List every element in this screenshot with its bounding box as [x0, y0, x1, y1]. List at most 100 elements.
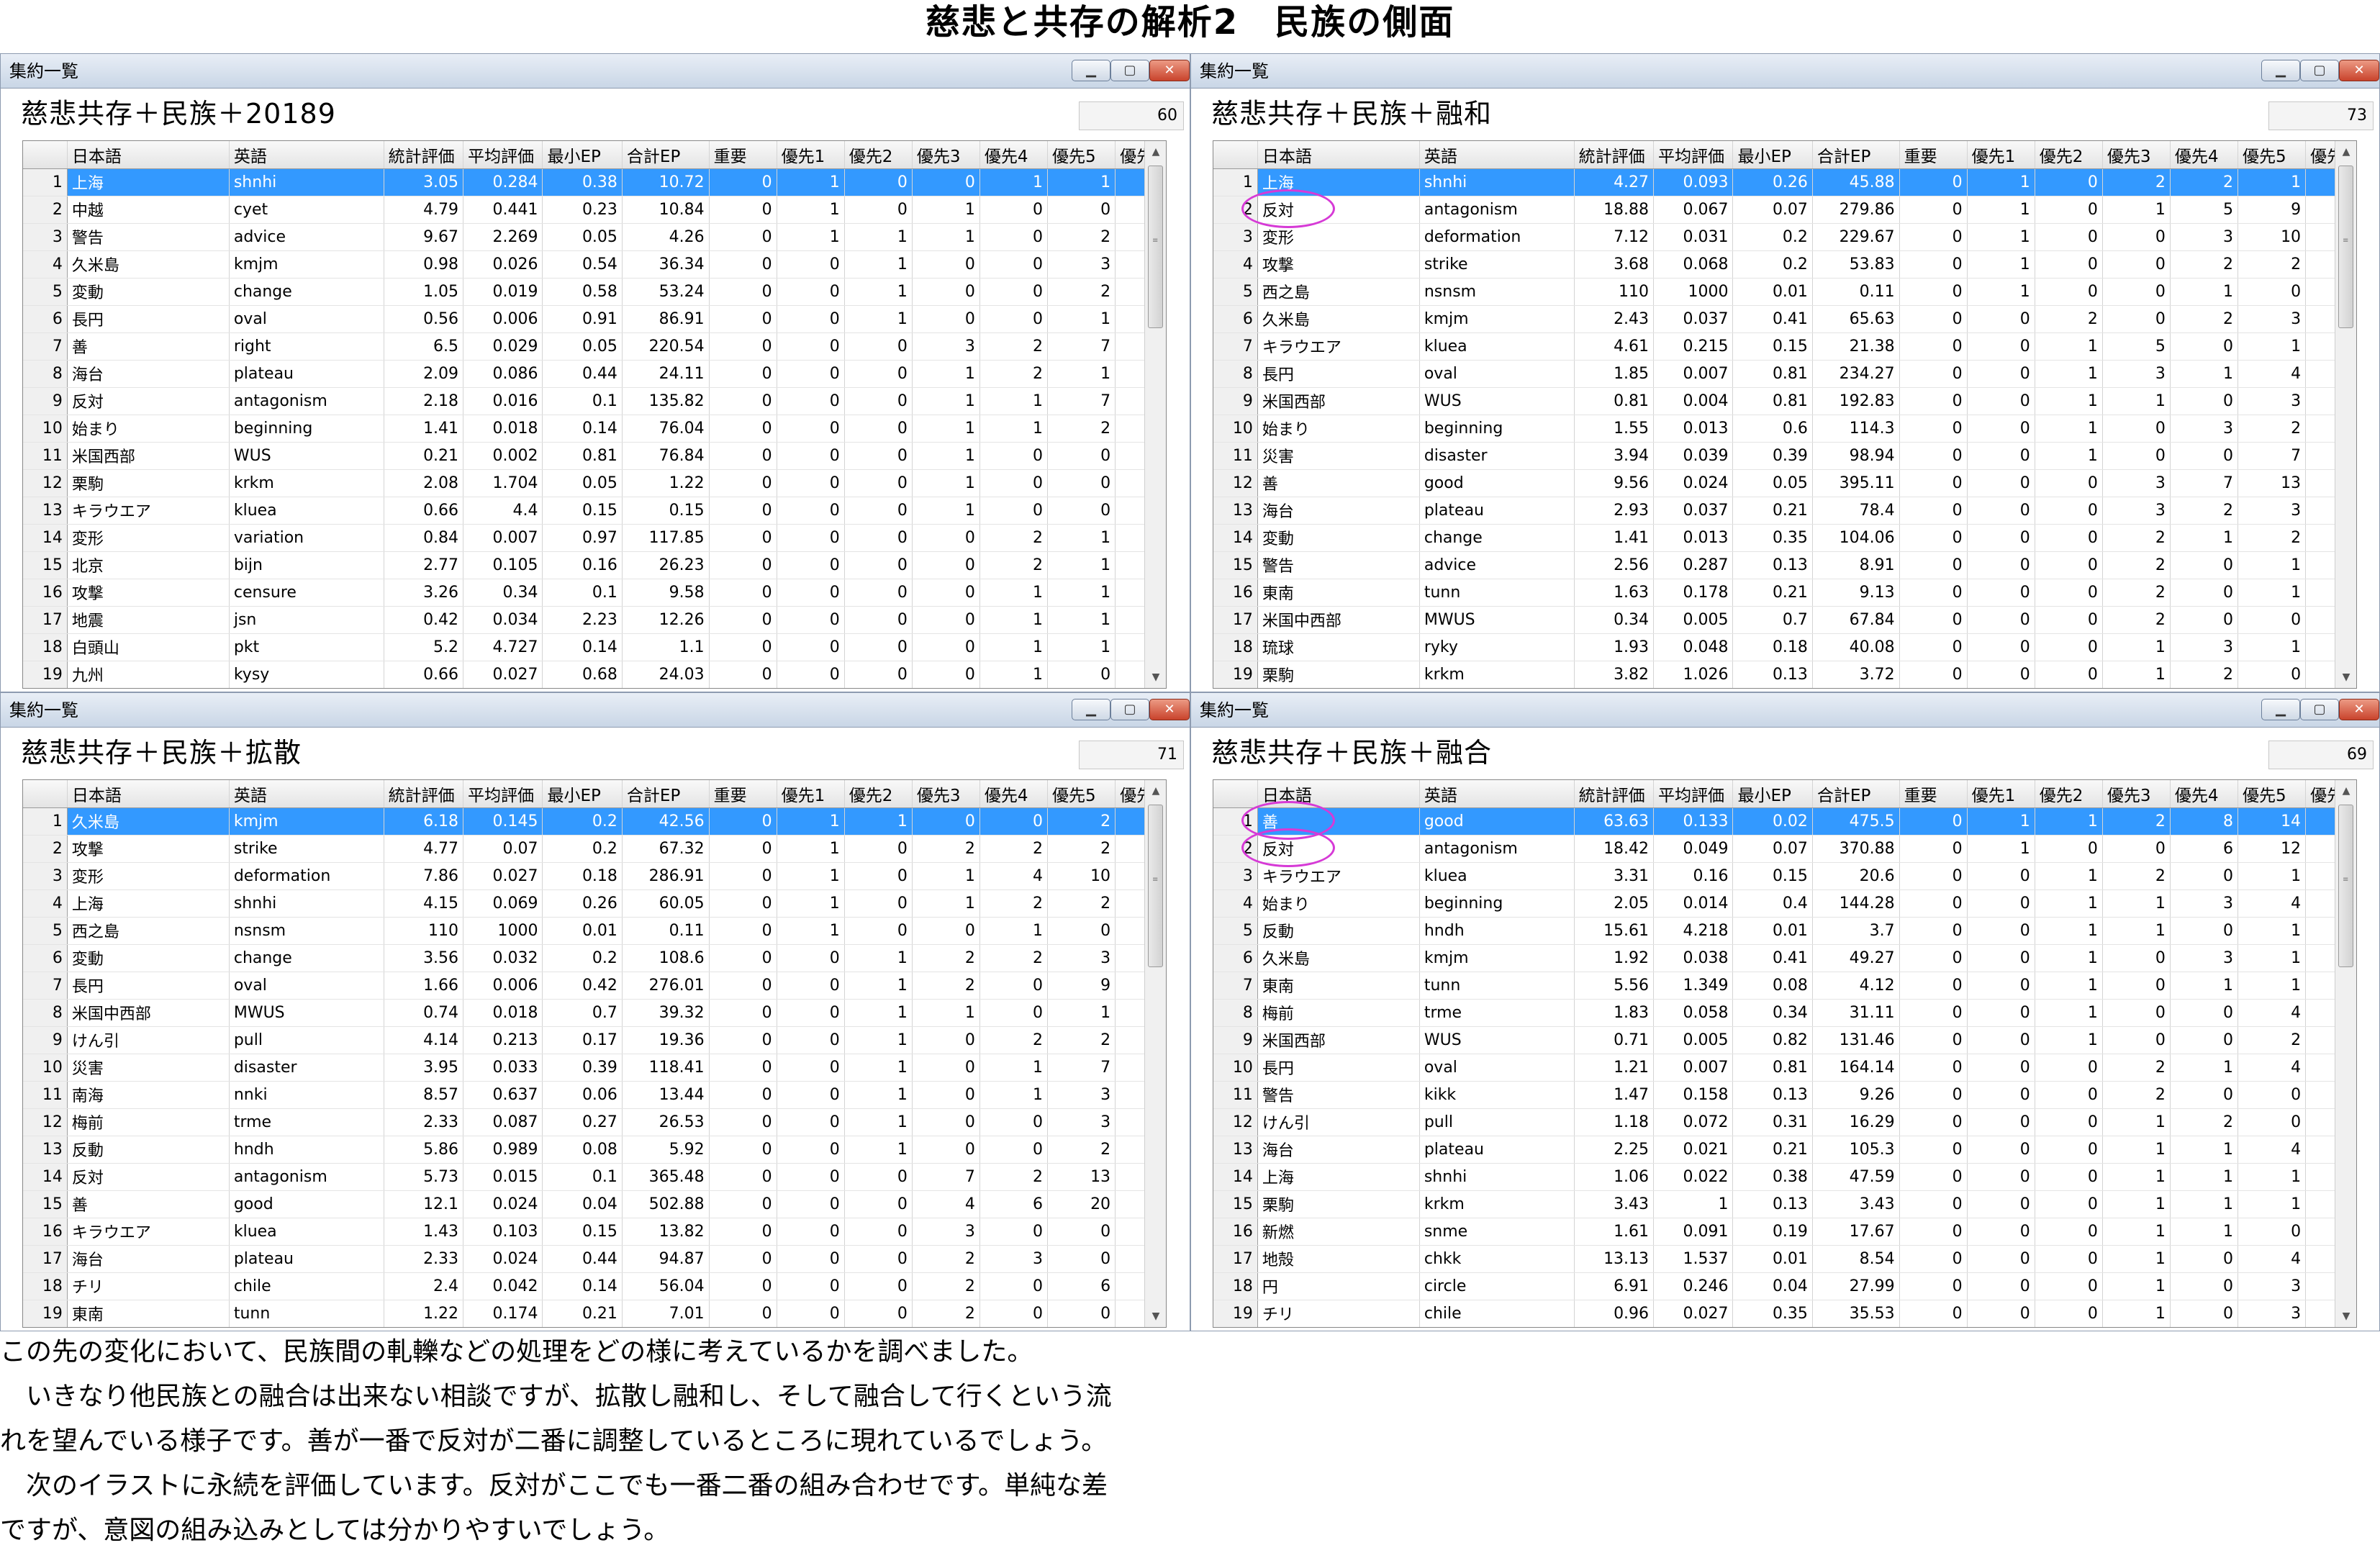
column-header[interactable]: 最小EP — [1732, 780, 1813, 808]
table-row[interactable]: 7 東南 tunn 5.56 1.349 0.08 4.12 0 0 1 0 1 1 — [1213, 972, 2356, 1000]
column-header[interactable]: 優先2 — [844, 141, 913, 169]
table-row[interactable]: 1 上海 shnhi 4.27 0.093 0.26 45.88 0 1 0 2 2 1 — [1213, 168, 2356, 196]
column-header[interactable]: 平均評価 — [463, 780, 543, 808]
column-header[interactable]: 合計EP — [622, 780, 710, 808]
column-header[interactable]: 優先3 — [912, 141, 980, 169]
window-titlebar[interactable]: 集約一覧 ▁ ▢ ✕ — [1191, 54, 2379, 89]
column-header[interactable]: 優先1 — [777, 780, 845, 808]
scroll-up-icon[interactable]: ▲ — [1145, 780, 1166, 802]
table-row[interactable]: 2 攻撃 strike 4.77 0.07 0.2 67.32 0 1 0 2 2 2 — [23, 835, 1166, 863]
scroll-thumb[interactable]: ≡ — [1148, 805, 1163, 967]
column-header[interactable]: 最小EP — [542, 141, 623, 169]
column-header[interactable]: 優先3 — [912, 780, 980, 808]
table-row[interactable]: 8 海台 plateau 2.09 0.086 0.44 24.11 0 0 0 1 2 1 — [23, 360, 1166, 388]
table-row[interactable]: 11 災害 disaster 3.94 0.039 0.39 98.94 0 0 1 0 0 7 — [1213, 442, 2356, 470]
close-button[interactable]: ✕ — [2339, 699, 2379, 720]
column-header[interactable]: 優先4 — [2170, 780, 2238, 808]
table-row[interactable]: 16 東南 tunn 1.63 0.178 0.21 9.13 0 0 0 2 0 1 — [1213, 579, 2356, 607]
table-row[interactable]: 6 長円 oval 0.56 0.006 0.91 86.91 0 0 1 0 0 1 — [23, 305, 1166, 333]
table-row[interactable]: 9 米国西部 WUS 0.71 0.005 0.82 131.46 0 0 1 0 0 2 — [1213, 1026, 2356, 1054]
table-row[interactable]: 2 中越 cyet 4.79 0.441 0.23 10.84 0 1 0 1 0 0 — [23, 196, 1166, 224]
data-grid[interactable]: 日本語 英語 統計評価 平均評価 最小EP 合計EP 重要 優先1 優先2 優先3 優先4 優先5 優先… — [1213, 779, 2357, 1328]
table-row[interactable]: 8 米国中西部 MWUS 0.74 0.018 0.7 39.32 0 0 1 1 0 1 — [23, 999, 1166, 1027]
table-row[interactable]: 7 長円 oval 1.66 0.006 0.42 276.01 0 0 1 2 0 9 — [23, 972, 1166, 1000]
table-row[interactable]: 15 北京 bijn 2.77 0.105 0.16 26.23 0 0 0 0 2 1 — [23, 551, 1166, 579]
table-row[interactable]: 1 善 good 63.63 0.133 0.02 475.5 0 1 1 2 8 14 — [1213, 807, 2356, 836]
column-header[interactable]: 英語 — [1419, 141, 1575, 169]
table-row[interactable]: 2 反対 antagonism 18.42 0.049 0.07 370.88 0 1 0 0 6 12 — [1213, 835, 2356, 863]
data-grid[interactable]: 日本語 英語 統計評価 平均評価 最小EP 合計EP 重要 優先1 優先2 優先3 優先4 優先5 優先… — [1213, 140, 2357, 689]
column-header[interactable]: 英語 — [229, 780, 384, 808]
table-row[interactable]: 6 久米島 kmjm 2.43 0.037 0.41 65.63 0 0 2 0 2 3 — [1213, 305, 2356, 333]
scroll-down-icon[interactable]: ▼ — [1145, 1305, 1166, 1327]
table-row[interactable]: 9 けん引 pull 4.14 0.213 0.17 19.36 0 0 1 0 2 2 — [23, 1026, 1166, 1054]
table-row[interactable]: 12 善 good 9.56 0.024 0.05 395.11 0 0 0 3 7 13 — [1213, 469, 2356, 497]
table-row[interactable]: 18 琉球 ryky 1.93 0.048 0.18 40.08 0 0 0 1 3 1 — [1213, 633, 2356, 661]
column-header[interactable]: 優先1 — [1967, 780, 2035, 808]
vertical-scrollbar[interactable]: ▲ ≡ ▼ — [2335, 141, 2356, 688]
close-button[interactable]: ✕ — [1149, 60, 1190, 81]
table-row[interactable]: 14 変形 variation 0.84 0.007 0.97 117.85 0 0 0 0 2 1 — [23, 524, 1166, 552]
column-header[interactable]: 重要 — [1899, 780, 1968, 808]
table-row[interactable]: 4 上海 shnhi 4.15 0.069 0.26 60.05 0 1 0 1 2 2 — [23, 889, 1166, 918]
vertical-scrollbar[interactable]: ▲ ≡ ▼ — [1144, 141, 1166, 688]
scroll-down-icon[interactable]: ▼ — [1145, 666, 1166, 688]
table-row[interactable]: 7 善 right 6.5 0.029 0.05 220.54 0 0 0 3 2 7 — [23, 332, 1166, 361]
column-header[interactable]: 統計評価 — [384, 141, 464, 169]
table-row[interactable]: 10 始まり beginning 1.55 0.013 0.6 114.3 0 0 1 0 3 2 — [1213, 415, 2356, 443]
scroll-up-icon[interactable]: ▲ — [2335, 780, 2356, 802]
column-header[interactable]: 平均評価 — [463, 141, 543, 169]
table-row[interactable]: 3 キラウエア kluea 3.31 0.16 0.15 20.6 0 0 1 2 0 1 — [1213, 862, 2356, 890]
table-row[interactable]: 5 反動 hndh 15.61 4.218 0.01 3.7 0 0 1 1 0 1 — [1213, 917, 2356, 945]
scroll-down-icon[interactable]: ▼ — [2335, 666, 2356, 688]
table-row[interactable]: 15 善 good 12.1 0.024 0.04 502.88 0 0 0 4 6 20 — [23, 1190, 1166, 1218]
column-header[interactable]: 優先5 — [1047, 141, 1116, 169]
column-header[interactable]: 平均評価 — [1653, 780, 1734, 808]
column-header[interactable]: 平均評価 — [1653, 141, 1734, 169]
table-row[interactable]: 18 チリ chile 2.4 0.042 0.14 56.04 0 0 0 2 0 6 — [23, 1272, 1166, 1300]
table-row[interactable]: 17 地震 jsn 0.42 0.034 2.23 12.26 0 0 0 0 1 1 — [23, 606, 1166, 634]
column-header[interactable]: 優先2 — [2035, 141, 2103, 169]
table-row[interactable]: 16 攻撃 censure 3.26 0.34 0.1 9.58 0 0 0 0 1 1 — [23, 579, 1166, 607]
table-row[interactable]: 4 始まり beginning 2.05 0.014 0.4 144.28 0 0 1 1 3 4 — [1213, 889, 2356, 918]
table-row[interactable]: 4 久米島 kmjm 0.98 0.026 0.54 36.34 0 0 1 0 0 3 — [23, 250, 1166, 279]
table-row[interactable]: 12 けん引 pull 1.18 0.072 0.31 16.29 0 0 0 1 2 0 — [1213, 1108, 2356, 1136]
column-header[interactable]: 優先3 — [2102, 780, 2171, 808]
table-row[interactable]: 17 海台 plateau 2.33 0.024 0.44 94.87 0 0 0 2 3 0 — [23, 1245, 1166, 1273]
column-header[interactable]: 統計評価 — [1574, 141, 1655, 169]
column-header[interactable]: 優先4 — [979, 780, 1048, 808]
column-header[interactable]: 統計評価 — [1574, 780, 1655, 808]
table-row[interactable]: 19 チリ chile 0.96 0.027 0.35 35.53 0 0 0 1 0 3 — [1213, 1300, 2356, 1327]
minimize-button[interactable]: ▁ — [1072, 60, 1110, 81]
table-row[interactable]: 13 海台 plateau 2.25 0.021 0.21 105.3 0 0 0 1 1 4 — [1213, 1136, 2356, 1164]
table-row[interactable]: 14 上海 shnhi 1.06 0.022 0.38 47.59 0 0 0 1 1 1 — [1213, 1163, 2356, 1191]
column-header[interactable]: 日本語 — [67, 141, 230, 169]
table-row[interactable]: 3 警告 advice 9.67 2.269 0.05 4.26 0 1 1 1 0 2 — [23, 223, 1166, 251]
scroll-down-icon[interactable]: ▼ — [2335, 1305, 2356, 1327]
table-row[interactable]: 15 警告 advice 2.56 0.287 0.13 8.91 0 0 0 2 0 1 — [1213, 551, 2356, 579]
column-header[interactable]: 重要 — [709, 780, 777, 808]
column-header[interactable]: 英語 — [1419, 780, 1575, 808]
table-row[interactable]: 19 東南 tunn 1.22 0.174 0.21 7.01 0 0 0 2 0 0 — [23, 1300, 1166, 1327]
table-row[interactable]: 17 米国中西部 MWUS 0.34 0.005 0.7 67.84 0 0 0 2 0 0 — [1213, 606, 2356, 634]
column-header[interactable]: 優先4 — [979, 141, 1048, 169]
close-button[interactable]: ✕ — [2339, 60, 2379, 81]
table-row[interactable]: 11 南海 nnki 8.57 0.637 0.06 13.44 0 0 1 0 1 3 — [23, 1081, 1166, 1109]
table-row[interactable]: 12 梅前 trme 2.33 0.087 0.27 26.53 0 0 1 0 0 3 — [23, 1108, 1166, 1136]
column-header[interactable]: 優先3 — [2102, 141, 2171, 169]
window-titlebar[interactable]: 集約一覧 ▁ ▢ ✕ — [1, 693, 1190, 728]
column-header[interactable]: 優先1 — [777, 141, 845, 169]
table-row[interactable]: 12 栗駒 krkm 2.08 1.704 0.05 1.22 0 0 0 1 0 0 — [23, 469, 1166, 497]
minimize-button[interactable]: ▁ — [2261, 699, 2300, 720]
table-row[interactable]: 7 キラウエア kluea 4.61 0.215 0.15 21.38 0 0 1 5 0 1 — [1213, 332, 2356, 361]
column-header[interactable]: 重要 — [1899, 141, 1968, 169]
table-row[interactable]: 8 梅前 trme 1.83 0.058 0.34 31.11 0 0 1 0 0 4 — [1213, 999, 2356, 1027]
minimize-button[interactable]: ▁ — [2261, 60, 2300, 81]
table-row[interactable]: 11 米国西部 WUS 0.21 0.002 0.81 76.84 0 0 0 1 0 0 — [23, 442, 1166, 470]
table-row[interactable]: 8 長円 oval 1.85 0.007 0.81 234.27 0 0 1 3 1 4 — [1213, 360, 2356, 388]
table-row[interactable]: 10 始まり beginning 1.41 0.018 0.14 76.04 0 0 0 1 1 2 — [23, 415, 1166, 443]
table-row[interactable]: 15 栗駒 krkm 3.43 1 0.13 3.43 0 0 0 1 1 1 — [1213, 1190, 2356, 1218]
table-row[interactable]: 14 反対 antagonism 5.73 0.015 0.1 365.48 0 0 0 7 2 13 — [23, 1163, 1166, 1191]
vertical-scrollbar[interactable]: ▲ ≡ ▼ — [1144, 780, 1166, 1327]
table-row[interactable]: 16 新燃 snme 1.61 0.091 0.19 17.67 0 0 0 1 1 0 — [1213, 1218, 2356, 1246]
